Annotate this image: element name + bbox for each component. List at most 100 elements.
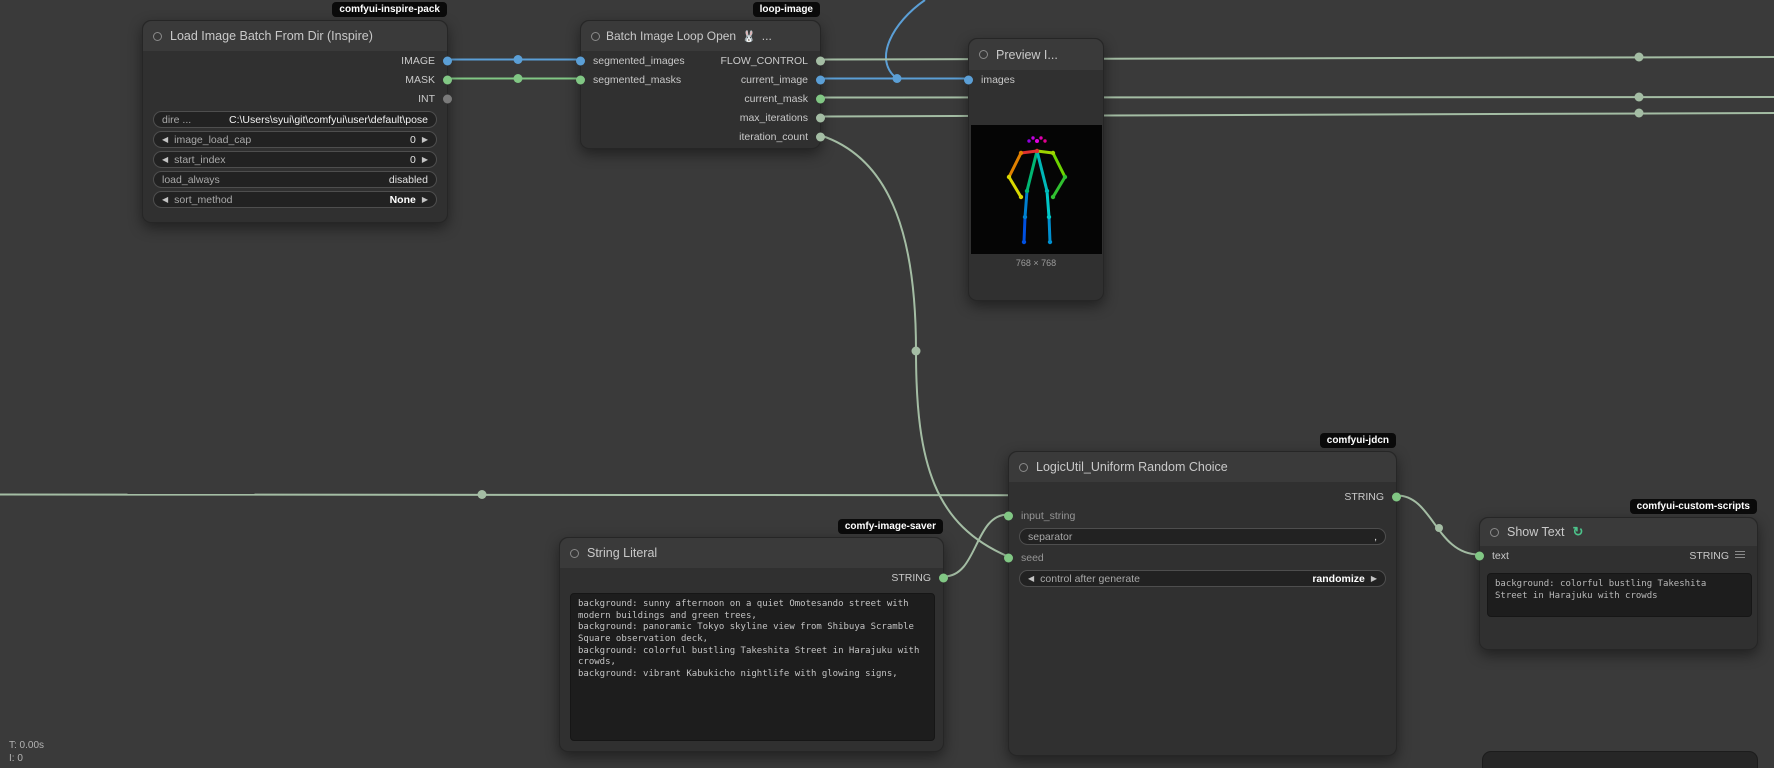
input-port-seed[interactable]	[1004, 553, 1013, 562]
node-title: LogicUtil_Uniform Random Choice	[1036, 460, 1228, 474]
node-title-bar[interactable]: String Literal	[560, 538, 943, 568]
node-badge: comfyui-custom-scripts	[1630, 499, 1757, 514]
image-resolution-caption: 768 × 768	[969, 258, 1103, 268]
io-row: segmented_masks current_image	[581, 70, 820, 89]
node-batch-image-loop[interactable]: loop-image Batch Image Loop Open 🐰 ... s…	[580, 20, 821, 149]
output-port-image[interactable]	[443, 56, 452, 65]
input-port-text[interactable]	[1475, 551, 1484, 560]
node-title-bar[interactable]: Show Text ↻	[1480, 518, 1757, 546]
comfyui-canvas[interactable]: { "page": { "stats_time": "T: 0.00s", "s…	[0, 0, 1774, 768]
node-load-image-batch[interactable]: comfyui-inspire-pack Load Image Batch Fr…	[142, 20, 448, 223]
widget-value: None	[390, 194, 416, 206]
wire-dot	[893, 74, 902, 83]
widget-start-index[interactable]: ◀ start_index 0 ▶	[153, 151, 437, 168]
widget-value: randomize	[1312, 573, 1365, 585]
output-port-string[interactable]	[939, 573, 948, 582]
decrement-arrow-icon[interactable]: ◀	[162, 196, 168, 204]
wire-dot	[1435, 524, 1443, 532]
output-row-mask: MASK	[143, 70, 447, 89]
wire-string-literal-to-input	[944, 515, 1008, 577]
canvas-stats: T: 0.00s I: 0	[9, 740, 44, 765]
widget-directory[interactable]: dire ... C:\Users\syui\git\comfyui\user\…	[153, 111, 437, 128]
output-row-string: STRING	[560, 568, 943, 587]
decrement-arrow-icon[interactable]: ◀	[1028, 575, 1034, 583]
input-port-segmented-masks[interactable]	[576, 75, 585, 84]
string-literal-textarea[interactable]: background: sunny afternoon on a quiet O…	[570, 593, 935, 741]
partial-node-bottom-right[interactable]	[1482, 751, 1758, 768]
grip-icon[interactable]	[1735, 551, 1745, 560]
increment-arrow-icon[interactable]: ▶	[422, 196, 428, 204]
io-row: segmented_images FLOW_CONTROL	[581, 51, 820, 70]
input-label: segmented_masks	[593, 74, 681, 86]
node-logicutil-random-choice[interactable]: comfyui-jdcn LogicUtil_Uniform Random Ch…	[1008, 451, 1397, 756]
widget-sort-method[interactable]: ◀ sort_method None ▶	[153, 191, 437, 208]
rabbit-icon: 🐰	[742, 30, 756, 43]
input-port-input-string[interactable]	[1004, 511, 1013, 520]
widget-separator[interactable]: separator ,	[1019, 528, 1386, 545]
input-label: input_string	[1021, 510, 1075, 522]
increment-arrow-icon[interactable]: ▶	[1371, 575, 1377, 583]
pose-preview-image[interactable]	[971, 125, 1102, 254]
node-status-dot-icon[interactable]	[1019, 463, 1028, 472]
node-badge: loop-image	[753, 2, 820, 17]
widget-label: dire ...	[162, 114, 191, 126]
output-row: iteration_count	[581, 127, 820, 146]
input-label: text	[1492, 550, 1509, 562]
node-status-dot-icon[interactable]	[591, 32, 600, 41]
node-title: Show Text	[1507, 525, 1564, 539]
increment-arrow-icon[interactable]: ▶	[422, 136, 428, 144]
widget-image-load-cap[interactable]: ◀ image_load_cap 0 ▶	[153, 131, 437, 148]
wire-flow-control-right	[821, 57, 1774, 60]
output-label: INT	[418, 93, 435, 105]
decrement-arrow-icon[interactable]: ◀	[162, 156, 168, 164]
output-port-string[interactable]	[1392, 492, 1401, 501]
input-port-segmented-images[interactable]	[576, 56, 585, 65]
output-label: current_image	[741, 74, 808, 86]
output-port-iteration-count[interactable]	[816, 132, 825, 141]
output-label: STRING	[1689, 550, 1729, 562]
output-port-current-image[interactable]	[816, 75, 825, 84]
widget-control-after-generate[interactable]: ◀ control after generate randomize ▶	[1019, 570, 1386, 587]
output-port-mask[interactable]	[443, 75, 452, 84]
output-port-flow-control[interactable]	[816, 56, 825, 65]
decrement-arrow-icon[interactable]: ◀	[162, 136, 168, 144]
title-ellipsis: ...	[762, 29, 772, 43]
node-badge: comfy-image-saver	[838, 519, 943, 534]
node-status-dot-icon[interactable]	[570, 549, 579, 558]
output-label: current_mask	[744, 93, 808, 105]
node-title-bar[interactable]: LogicUtil_Uniform Random Choice	[1009, 452, 1396, 482]
node-title-bar[interactable]: Batch Image Loop Open 🐰 ...	[581, 21, 820, 51]
input-port-images[interactable]	[964, 75, 973, 84]
node-status-dot-icon[interactable]	[979, 50, 988, 59]
wire-dot	[912, 347, 921, 356]
node-status-dot-icon[interactable]	[153, 32, 162, 41]
output-label: max_iterations	[740, 112, 808, 124]
wire-max-iterations-right	[821, 113, 1774, 117]
stats-time: T: 0.00s	[9, 740, 44, 753]
output-label: STRING	[1344, 491, 1384, 503]
output-row-image: IMAGE	[143, 51, 447, 70]
refresh-icon: ↻	[1572, 524, 1583, 540]
widget-load-always[interactable]: load_always disabled	[153, 171, 437, 188]
increment-arrow-icon[interactable]: ▶	[422, 156, 428, 164]
output-port-current-mask[interactable]	[816, 94, 825, 103]
openpose-skeleton	[971, 125, 1102, 254]
output-row: max_iterations	[581, 108, 820, 127]
node-string-literal[interactable]: comfy-image-saver String Literal STRING …	[559, 537, 944, 752]
input-label: images	[981, 74, 1015, 86]
output-port-int[interactable]	[443, 94, 452, 103]
wire-dot	[1635, 53, 1644, 62]
node-title-bar[interactable]: Load Image Batch From Dir (Inspire)	[143, 21, 447, 51]
output-row-string: STRING	[1009, 487, 1396, 506]
input-row-input-string: input_string	[1009, 506, 1396, 525]
node-title-bar[interactable]: Preview I...	[969, 39, 1103, 70]
node-status-dot-icon[interactable]	[1490, 528, 1499, 537]
show-text-display[interactable]: background: colorful bustling Takeshita …	[1487, 573, 1752, 617]
output-port-max-iterations[interactable]	[816, 113, 825, 122]
output-label: MASK	[405, 74, 435, 86]
input-row-seed: seed	[1009, 548, 1396, 567]
node-preview-image[interactable]: Preview I... images	[968, 38, 1104, 301]
node-title: Preview I...	[996, 48, 1058, 62]
node-show-text[interactable]: comfyui-custom-scripts Show Text ↻ text …	[1479, 517, 1758, 650]
widget-label: sort_method	[174, 194, 232, 206]
